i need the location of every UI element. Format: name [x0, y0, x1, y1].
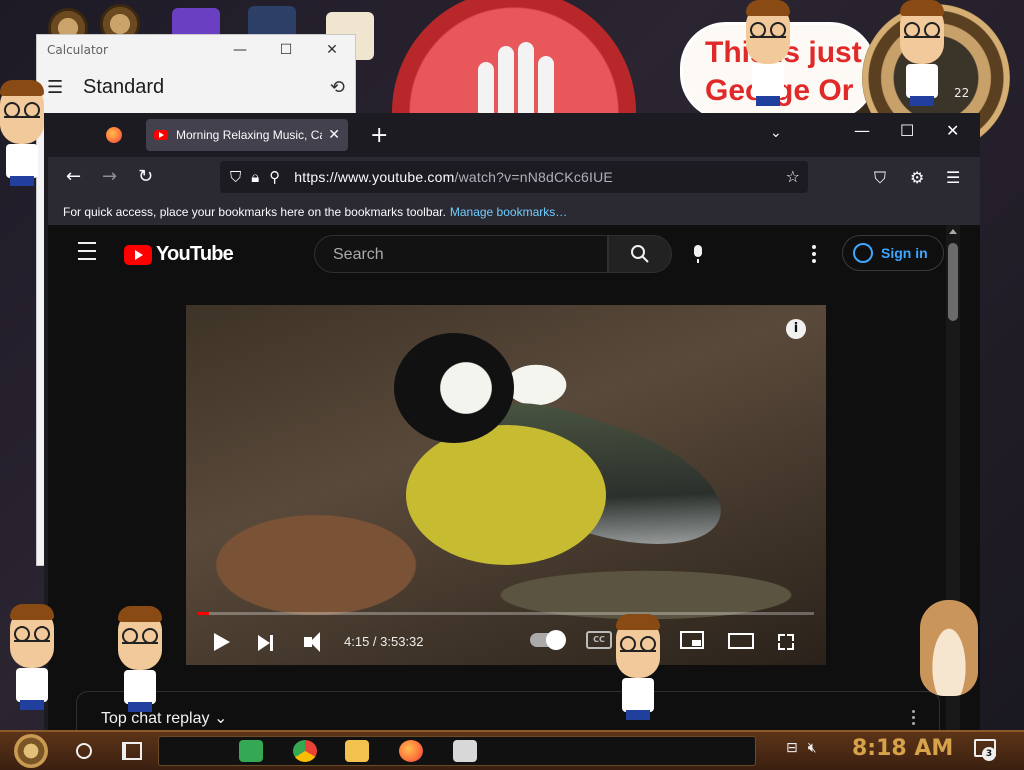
- youtube-page: YouTube Sign in: [52, 225, 960, 730]
- calculator-titlebar[interactable]: Calculator — ☐ ✕: [37, 35, 355, 65]
- firefox-window[interactable]: Morning Relaxing Music, Calm ✕ + ⌄ — ☐ ✕…: [44, 113, 980, 730]
- cartoon-character: [900, 0, 944, 106]
- volume-muted-icon[interactable]: 🔇︎: [808, 740, 817, 756]
- minimize-icon[interactable]: —: [854, 121, 870, 140]
- shield-icon[interactable]: ⛉: [230, 168, 241, 186]
- video-frame: [406, 425, 606, 565]
- clock-badge: 22: [954, 86, 970, 100]
- network-icon[interactable]: ⊟: [786, 740, 798, 756]
- video-player[interactable]: i 4:15 / 3:53:32 CC: [186, 305, 826, 665]
- app-menu-icon[interactable]: ☰: [946, 168, 960, 187]
- back-arrow-icon[interactable]: ←: [66, 166, 81, 187]
- file-explorer-icon[interactable]: [345, 740, 369, 762]
- fullscreen-icon[interactable]: [778, 634, 794, 650]
- chat-more-icon[interactable]: [912, 710, 915, 728]
- chat-replay-label[interactable]: Top chat replay ⌄: [101, 708, 227, 728]
- info-icon[interactable]: i: [786, 319, 806, 339]
- notification-count-badge: 3: [982, 747, 996, 761]
- search-input[interactable]: [331, 245, 595, 265]
- desktop: This is just George Or 22 Calculator — ☐…: [0, 0, 1024, 730]
- url-text[interactable]: https://www.youtube.com/watch?v=nN8dCKc6…: [294, 169, 613, 185]
- history-icon[interactable]: ⟲: [330, 77, 345, 98]
- system-tray: ⊟ 🔇︎: [786, 740, 817, 756]
- calculator-taskbar-icon[interactable]: [453, 740, 477, 762]
- minimize-icon[interactable]: —: [217, 42, 263, 58]
- url-bar[interactable]: ⛉ 🔒︎ ⚲ https://www.youtube.com/watch?v=n…: [220, 161, 808, 193]
- tab-bar: Morning Relaxing Music, Calm ✕ + ⌄ — ☐ ✕: [48, 113, 980, 157]
- lock-icon[interactable]: 🔒︎: [251, 168, 259, 186]
- close-icon[interactable]: ✕: [946, 121, 959, 140]
- permissions-icon[interactable]: ⚲: [269, 168, 280, 186]
- captions-icon[interactable]: CC: [586, 631, 612, 649]
- forward-arrow-icon[interactable]: →: [102, 166, 117, 187]
- tab-title: Morning Relaxing Music, Calm: [176, 128, 322, 142]
- youtube-favicon-icon: [154, 130, 168, 140]
- taskbar-apps: [158, 736, 756, 766]
- taskbar: ⊟ 🔇︎ 8:18 AM 3: [0, 730, 1024, 770]
- youtube-header: YouTube Sign in: [52, 225, 960, 281]
- new-tab-button[interactable]: +: [370, 123, 388, 148]
- google-sheets-icon[interactable]: [239, 740, 263, 762]
- extensions-icon[interactable]: ⚙: [910, 168, 924, 187]
- scroll-up-arrow-icon[interactable]: [949, 229, 957, 234]
- sign-in-label: Sign in: [881, 245, 928, 261]
- theater-mode-icon[interactable]: [728, 633, 754, 649]
- time-display: 4:15 / 3:53:32: [344, 634, 424, 649]
- pocket-icon[interactable]: ⛉: [874, 168, 886, 188]
- close-icon[interactable]: ✕: [309, 42, 355, 58]
- settings-kebab-icon[interactable]: [812, 245, 816, 266]
- calculator-title: Calculator: [47, 43, 108, 57]
- cartoon-character: [10, 604, 54, 710]
- tab-youtube[interactable]: Morning Relaxing Music, Calm ✕: [146, 119, 348, 151]
- guide-menu-icon[interactable]: [78, 242, 96, 260]
- search-box[interactable]: [314, 235, 608, 273]
- start-button[interactable]: [14, 734, 48, 768]
- miniplayer-icon[interactable]: [680, 631, 704, 649]
- firefox-icon[interactable]: [106, 127, 122, 143]
- cartoon-character: [746, 0, 790, 106]
- cortana-icon[interactable]: [76, 743, 92, 759]
- volume-icon[interactable]: [304, 632, 320, 652]
- calculator-mode: Standard: [83, 75, 165, 98]
- chat-replay-panel[interactable]: Top chat replay ⌄: [76, 691, 940, 730]
- cartoon-character: [0, 80, 44, 186]
- taskbar-clock[interactable]: 8:18 AM: [852, 736, 953, 761]
- firefox-taskbar-icon[interactable]: [399, 740, 423, 762]
- sign-in-button[interactable]: Sign in: [842, 235, 944, 271]
- bookmark-star-icon[interactable]: ☆: [786, 167, 800, 186]
- maximize-icon[interactable]: ☐: [263, 42, 309, 58]
- bookmarks-hint: For quick access, place your bookmarks h…: [63, 205, 446, 219]
- search-icon: [631, 245, 649, 263]
- calculator-menu-icon[interactable]: ☰: [47, 77, 83, 98]
- microphone-icon[interactable]: [694, 245, 702, 263]
- youtube-play-logo-icon: [124, 244, 152, 265]
- player-controls: 4:15 / 3:53:32 CC: [186, 615, 826, 665]
- task-view-icon[interactable]: [122, 742, 142, 760]
- cartoon-character: [616, 614, 660, 720]
- youtube-logo[interactable]: YouTube: [124, 243, 234, 266]
- chrome-icon[interactable]: [293, 740, 317, 762]
- tab-close-icon[interactable]: ✕: [328, 127, 340, 143]
- manage-bookmarks-link[interactable]: Manage bookmarks…: [450, 205, 567, 219]
- next-icon[interactable]: [258, 635, 273, 651]
- youtube-wordmark: YouTube: [156, 243, 234, 265]
- video-frame: [394, 333, 514, 443]
- cartoon-character: [118, 606, 162, 712]
- autoplay-toggle[interactable]: [530, 630, 566, 650]
- search-button[interactable]: [608, 235, 672, 273]
- maximize-icon[interactable]: ☐: [900, 121, 914, 140]
- navigation-toolbar: ← → ↻ ⛉ 🔒︎ ⚲ https://www.youtube.com/wat…: [48, 157, 980, 199]
- bookmarks-toolbar: For quick access, place your bookmarks h…: [48, 199, 980, 225]
- play-icon[interactable]: [214, 633, 230, 651]
- account-icon: [853, 243, 873, 263]
- scrollbar-thumb[interactable]: [948, 243, 958, 321]
- hamster-sticker: [920, 600, 978, 696]
- list-tabs-chevron-icon[interactable]: ⌄: [770, 125, 782, 141]
- reload-icon[interactable]: ↻: [138, 166, 153, 187]
